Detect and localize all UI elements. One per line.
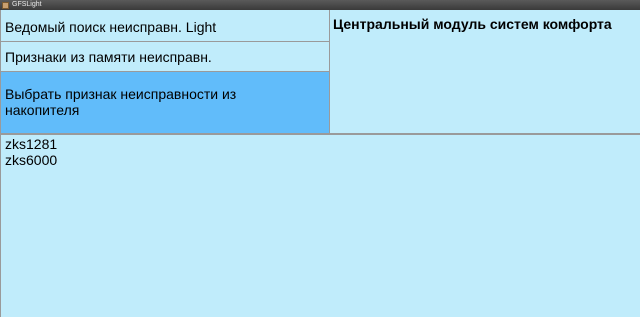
app-window: GFSLight Ведомый поиск неисправн. Light …: [0, 0, 640, 317]
module-title: Центральный модуль систем комфорта: [333, 16, 612, 32]
list-item[interactable]: zks6000: [5, 152, 636, 168]
window-title: GFSLight: [12, 1, 42, 8]
app-icon: [2, 1, 9, 9]
list-item[interactable]: zks1281: [5, 136, 636, 152]
menu-item-select-symptom-from-storage[interactable]: Выбрать признак неисправности из накопит…: [1, 72, 329, 133]
function-menu: Ведомый поиск неисправн. Light Признаки …: [0, 10, 330, 133]
top-area: Ведомый поиск неисправн. Light Признаки …: [0, 10, 640, 135]
menu-item-fault-memory-symptoms[interactable]: Признаки из памяти неисправн.: [1, 42, 329, 72]
module-panel: Центральный модуль систем комфорта: [330, 10, 640, 133]
fault-code-list: zks1281 zks6000: [0, 135, 640, 317]
title-bar[interactable]: GFSLight: [0, 0, 640, 10]
menu-item-guided-fault-finding[interactable]: Ведомый поиск неисправн. Light: [1, 10, 329, 42]
